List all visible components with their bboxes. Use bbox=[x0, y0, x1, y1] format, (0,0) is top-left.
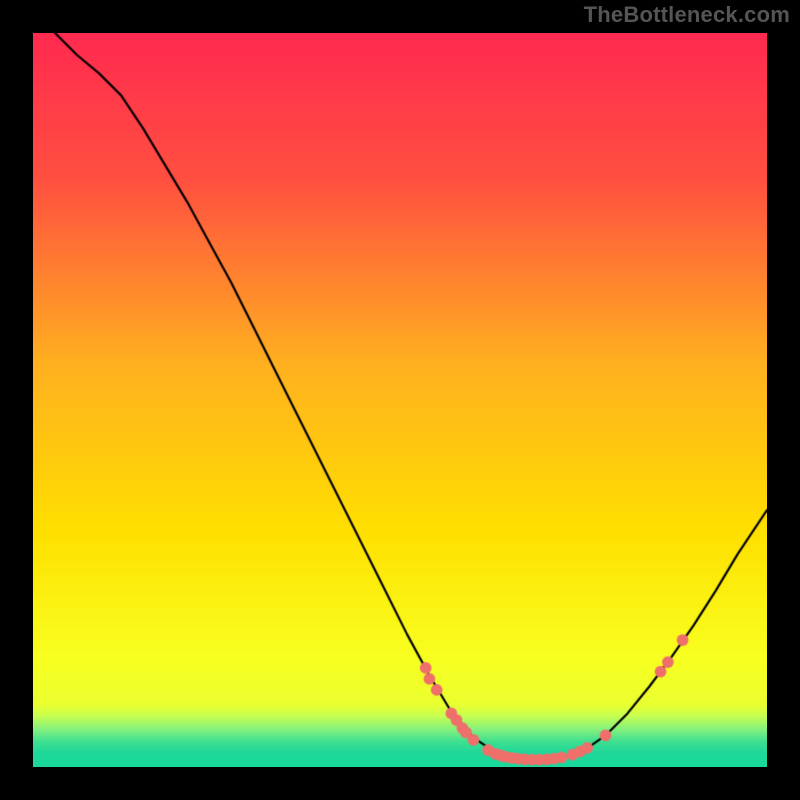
watermark-text: TheBottleneck.com bbox=[584, 2, 790, 28]
chart-canvas bbox=[33, 33, 767, 767]
chart-plot-area bbox=[33, 33, 767, 767]
